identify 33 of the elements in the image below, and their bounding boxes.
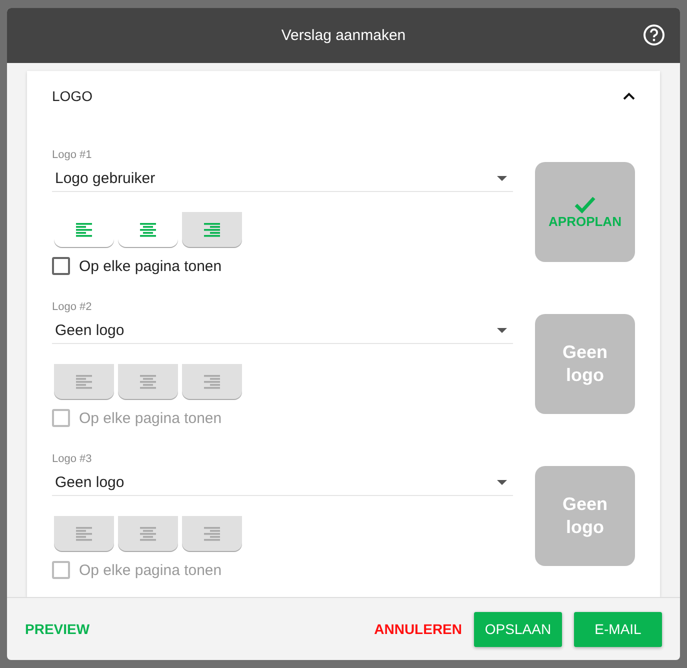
dropdown-arrow-icon bbox=[497, 176, 507, 180]
chevron-up-icon[interactable] bbox=[623, 92, 635, 100]
alignment-button[interactable] bbox=[182, 212, 242, 247]
field-label: Logo #1 bbox=[52, 149, 93, 161]
dropdown-arrow-icon bbox=[497, 328, 507, 332]
logo-select[interactable]: Logo gebruiker bbox=[52, 165, 513, 192]
email-button[interactable]: E-MAIL bbox=[574, 612, 662, 646]
align-center-icon bbox=[139, 526, 157, 542]
dropdown-arrow-icon bbox=[497, 480, 507, 484]
save-button[interactable]: OPSLAAN bbox=[474, 612, 562, 646]
help-icon[interactable] bbox=[643, 24, 665, 46]
checkmark-icon bbox=[573, 196, 597, 214]
brand-logo-text: APROPLAN bbox=[548, 214, 622, 228]
checkbox-label: Op elke pagina tonen bbox=[79, 258, 222, 274]
field-label: Logo #2 bbox=[52, 301, 93, 313]
checkbox-label: Op elke pagina tonen bbox=[79, 562, 222, 578]
preview-button[interactable]: PREVIEW bbox=[25, 613, 90, 645]
section-title: LOGO bbox=[52, 88, 92, 104]
no-logo-text: Geen logo bbox=[561, 493, 609, 539]
field-label: Logo #3 bbox=[52, 453, 93, 465]
align-right-icon bbox=[203, 526, 221, 542]
cancel-button[interactable]: ANNULEREN bbox=[374, 613, 462, 645]
align-center-icon bbox=[139, 374, 157, 390]
align-right-icon bbox=[203, 374, 221, 390]
align-right-icon bbox=[203, 222, 221, 238]
checkbox-label: Op elke pagina tonen bbox=[79, 410, 222, 426]
align-left-icon bbox=[75, 222, 93, 238]
align-left-icon bbox=[75, 526, 93, 542]
no-logo-text: Geen logo bbox=[561, 341, 609, 387]
dialog-title: Verslag aanmaken bbox=[281, 27, 406, 44]
checkbox[interactable] bbox=[52, 257, 70, 275]
align-center-icon bbox=[139, 222, 157, 238]
align-left-icon bbox=[75, 374, 93, 390]
